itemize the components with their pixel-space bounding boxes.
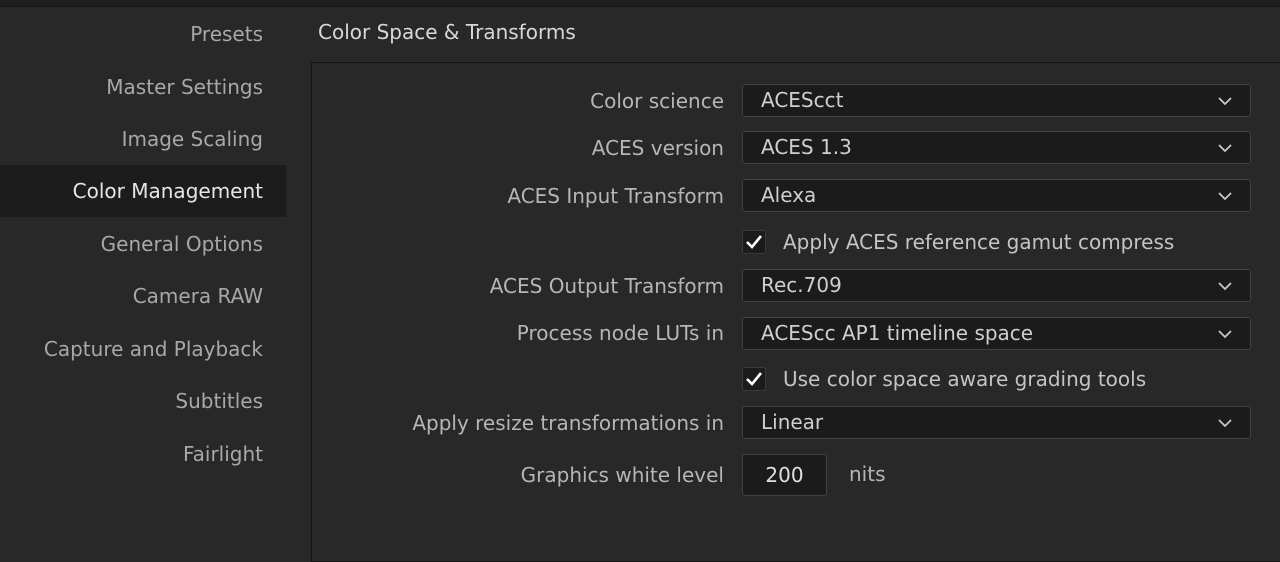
aces-output-transform-value: Rec.709 xyxy=(761,273,842,297)
color-science-value: ACEScct xyxy=(761,88,844,112)
settings-sidebar: Presets Master Settings Image Scaling Co… xyxy=(0,7,286,542)
sidebar-item-presets[interactable]: Presets xyxy=(0,8,286,60)
graphics-white-level-unit: nits xyxy=(849,462,886,486)
chevron-down-icon xyxy=(1218,419,1232,428)
resize-transformations-label: Apply resize transformations in xyxy=(412,411,724,435)
section-title: Color Space & Transforms xyxy=(318,20,576,44)
sidebar-item-color-management[interactable]: Color Management xyxy=(0,165,286,217)
sidebar-item-camera-raw[interactable]: Camera RAW xyxy=(0,270,286,322)
process-node-luts-dropdown[interactable]: ACEScc AP1 timeline space xyxy=(742,317,1251,350)
aces-version-dropdown[interactable]: ACES 1.3 xyxy=(742,131,1251,164)
checkmark-icon xyxy=(746,235,763,249)
sidebar-item-subtitles[interactable]: Subtitles xyxy=(0,375,286,427)
graphics-white-level-label: Graphics white level xyxy=(520,463,724,487)
chevron-down-icon xyxy=(1218,282,1232,291)
aces-output-transform-dropdown[interactable]: Rec.709 xyxy=(742,269,1251,302)
resize-transformations-dropdown[interactable]: Linear xyxy=(742,406,1251,439)
chevron-down-icon xyxy=(1218,97,1232,106)
chevron-down-icon xyxy=(1218,192,1232,201)
color-space-aware-label: Use color space aware grading tools xyxy=(783,367,1147,391)
sidebar-item-master-settings[interactable]: Master Settings xyxy=(0,61,286,113)
gamut-compress-checkbox[interactable] xyxy=(742,230,766,254)
sidebar-item-image-scaling[interactable]: Image Scaling xyxy=(0,113,286,165)
chevron-down-icon xyxy=(1218,144,1232,153)
aces-input-transform-value: Alexa xyxy=(761,183,817,207)
aces-input-transform-label: ACES Input Transform xyxy=(507,184,724,208)
process-node-luts-label: Process node LUTs in xyxy=(516,321,724,345)
chevron-down-icon xyxy=(1218,330,1232,339)
aces-version-label: ACES version xyxy=(591,136,724,160)
sidebar-item-general-options[interactable]: General Options xyxy=(0,218,286,270)
gamut-compress-label: Apply ACES reference gamut compress xyxy=(783,230,1175,254)
aces-input-transform-dropdown[interactable]: Alexa xyxy=(742,179,1251,212)
sidebar-item-capture-and-playback[interactable]: Capture and Playback xyxy=(0,323,286,375)
color-space-aware-checkbox[interactable] xyxy=(742,367,766,391)
resize-transformations-value: Linear xyxy=(761,410,824,434)
top-bar xyxy=(0,0,1280,7)
color-science-label: Color science xyxy=(590,89,724,113)
sidebar-item-fairlight[interactable]: Fairlight xyxy=(0,428,286,480)
color-science-dropdown[interactable]: ACEScct xyxy=(742,84,1251,117)
aces-version-value: ACES 1.3 xyxy=(761,135,852,159)
process-node-luts-value: ACEScc AP1 timeline space xyxy=(761,321,1034,345)
aces-output-transform-label: ACES Output Transform xyxy=(489,274,724,298)
checkmark-icon xyxy=(746,372,763,386)
graphics-white-level-input[interactable] xyxy=(742,454,827,496)
